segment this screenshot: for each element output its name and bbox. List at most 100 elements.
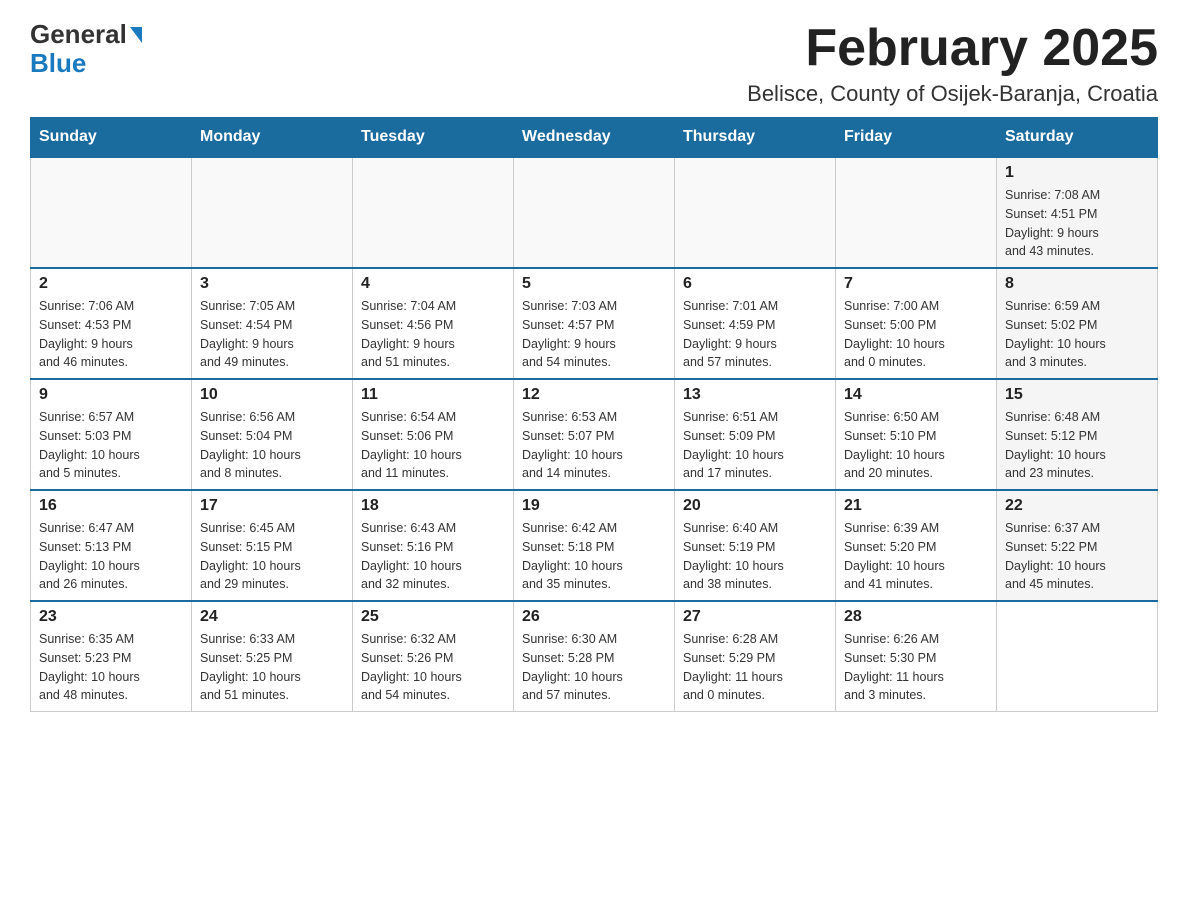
calendar-cell: 6 Sunrise: 7:01 AM Sunset: 4:59 PM Daylig…: [675, 268, 836, 379]
calendar-week-1: 1 Sunrise: 7:08 AM Sunset: 4:51 PM Daylig…: [31, 157, 1158, 268]
calendar-week-4: 16 Sunrise: 6:47 AM Sunset: 5:13 PM Dayli…: [31, 490, 1158, 601]
day-number: 7: [844, 275, 988, 293]
calendar-cell: 9 Sunrise: 6:57 AM Sunset: 5:03 PM Daylig…: [31, 379, 192, 490]
day-number: 4: [361, 275, 505, 293]
weekday-header-saturday: Saturday: [997, 118, 1158, 158]
day-info: Sunrise: 6:57 AM Sunset: 5:03 PM Dayligh…: [39, 408, 183, 483]
day-info: Sunrise: 6:28 AM Sunset: 5:29 PM Dayligh…: [683, 630, 827, 705]
day-number: 14: [844, 386, 988, 404]
calendar-cell: 2Sunrise: 7:06 AM Sunset: 4:53 PM Daylig…: [31, 268, 192, 379]
calendar-cell: 19 Sunrise: 6:42 AM Sunset: 5:18 PM Dayli…: [514, 490, 675, 601]
day-number: 13: [683, 386, 827, 404]
logo-triangle-icon: [130, 27, 142, 43]
day-number: 27: [683, 608, 827, 626]
day-info: Sunrise: 7:08 AM Sunset: 4:51 PM Dayligh…: [1005, 186, 1149, 261]
title-area: February 2025 Belisce, County of Osijek-…: [747, 20, 1158, 107]
calendar-cell: 13 Sunrise: 6:51 AM Sunset: 5:09 PM Dayli…: [675, 379, 836, 490]
day-number: 17: [200, 497, 344, 515]
logo: General Blue: [30, 20, 142, 77]
calendar-cell: 20 Sunrise: 6:40 AM Sunset: 5:19 PM Dayli…: [675, 490, 836, 601]
calendar-cell: 22Sunrise: 6:37 AM Sunset: 5:22 PM Dayli…: [997, 490, 1158, 601]
day-number: 28: [844, 608, 988, 626]
day-number: 6: [683, 275, 827, 293]
day-info: Sunrise: 6:45 AM Sunset: 5:15 PM Dayligh…: [200, 519, 344, 594]
day-info: Sunrise: 6:56 AM Sunset: 5:04 PM Dayligh…: [200, 408, 344, 483]
day-info: Sunrise: 6:42 AM Sunset: 5:18 PM Dayligh…: [522, 519, 666, 594]
day-info: Sunrise: 6:40 AM Sunset: 5:19 PM Dayligh…: [683, 519, 827, 594]
day-info: Sunrise: 6:43 AM Sunset: 5:16 PM Dayligh…: [361, 519, 505, 594]
day-info: Sunrise: 7:05 AM Sunset: 4:54 PM Dayligh…: [200, 297, 344, 372]
day-number: 15: [1005, 386, 1149, 404]
day-info: Sunrise: 6:59 AM Sunset: 5:02 PM Dayligh…: [1005, 297, 1149, 372]
weekday-header-friday: Friday: [836, 118, 997, 158]
day-info: Sunrise: 6:39 AM Sunset: 5:20 PM Dayligh…: [844, 519, 988, 594]
calendar-cell: 8 Sunrise: 6:59 AM Sunset: 5:02 PM Daylig…: [997, 268, 1158, 379]
day-info: Sunrise: 6:53 AM Sunset: 5:07 PM Dayligh…: [522, 408, 666, 483]
weekday-header-thursday: Thursday: [675, 118, 836, 158]
day-number: 19: [522, 497, 666, 515]
calendar-cell: 21Sunrise: 6:39 AM Sunset: 5:20 PM Dayli…: [836, 490, 997, 601]
calendar-header-row: SundayMondayTuesdayWednesdayThursdayFrid…: [31, 118, 1158, 158]
calendar-cell: 11 Sunrise: 6:54 AM Sunset: 5:06 PM Dayli…: [353, 379, 514, 490]
day-info: Sunrise: 6:47 AM Sunset: 5:13 PM Dayligh…: [39, 519, 183, 594]
calendar-cell: 23 Sunrise: 6:35 AM Sunset: 5:23 PM Dayli…: [31, 601, 192, 712]
calendar-week-2: 2Sunrise: 7:06 AM Sunset: 4:53 PM Daylig…: [31, 268, 1158, 379]
day-info: Sunrise: 6:48 AM Sunset: 5:12 PM Dayligh…: [1005, 408, 1149, 483]
calendar-cell: 10 Sunrise: 6:56 AM Sunset: 5:04 PM Dayli…: [192, 379, 353, 490]
calendar-cell: [836, 157, 997, 268]
day-number: 23: [39, 608, 183, 626]
day-number: 10: [200, 386, 344, 404]
day-number: 22: [1005, 497, 1149, 515]
day-number: 9: [39, 386, 183, 404]
calendar-cell: [192, 157, 353, 268]
calendar-cell: 27 Sunrise: 6:28 AM Sunset: 5:29 PM Dayli…: [675, 601, 836, 712]
day-number: 12: [522, 386, 666, 404]
weekday-header-tuesday: Tuesday: [353, 118, 514, 158]
calendar-cell: 16 Sunrise: 6:47 AM Sunset: 5:13 PM Dayli…: [31, 490, 192, 601]
day-number: 26: [522, 608, 666, 626]
day-number: 16: [39, 497, 183, 515]
day-info: Sunrise: 6:33 AM Sunset: 5:25 PM Dayligh…: [200, 630, 344, 705]
page-header: General Blue February 2025 Belisce, Coun…: [30, 20, 1158, 107]
day-info: Sunrise: 6:26 AM Sunset: 5:30 PM Dayligh…: [844, 630, 988, 705]
day-number: 20: [683, 497, 827, 515]
day-number: 25: [361, 608, 505, 626]
day-number: 1: [1005, 164, 1149, 182]
weekday-header-monday: Monday: [192, 118, 353, 158]
day-info: Sunrise: 7:01 AM Sunset: 4:59 PM Dayligh…: [683, 297, 827, 372]
day-info: Sunrise: 7:00 AM Sunset: 5:00 PM Dayligh…: [844, 297, 988, 372]
weekday-header-wednesday: Wednesday: [514, 118, 675, 158]
calendar-cell: [353, 157, 514, 268]
logo-general-text: General: [30, 20, 127, 49]
calendar-week-3: 9 Sunrise: 6:57 AM Sunset: 5:03 PM Daylig…: [31, 379, 1158, 490]
calendar-cell: 25Sunrise: 6:32 AM Sunset: 5:26 PM Dayli…: [353, 601, 514, 712]
day-info: Sunrise: 6:54 AM Sunset: 5:06 PM Dayligh…: [361, 408, 505, 483]
day-info: Sunrise: 6:30 AM Sunset: 5:28 PM Dayligh…: [522, 630, 666, 705]
calendar-table: SundayMondayTuesdayWednesdayThursdayFrid…: [30, 117, 1158, 712]
page-subtitle: Belisce, County of Osijek-Baranja, Croat…: [747, 81, 1158, 107]
calendar-cell: 3 Sunrise: 7:05 AM Sunset: 4:54 PM Daylig…: [192, 268, 353, 379]
day-number: 8: [1005, 275, 1149, 293]
logo-line1: General: [30, 20, 142, 49]
day-number: 18: [361, 497, 505, 515]
calendar-cell: 18 Sunrise: 6:43 AM Sunset: 5:16 PM Dayli…: [353, 490, 514, 601]
day-number: 11: [361, 386, 505, 404]
calendar-cell: 4 Sunrise: 7:04 AM Sunset: 4:56 PM Daylig…: [353, 268, 514, 379]
day-info: Sunrise: 6:51 AM Sunset: 5:09 PM Dayligh…: [683, 408, 827, 483]
day-info: Sunrise: 7:06 AM Sunset: 4:53 PM Dayligh…: [39, 297, 183, 372]
day-info: Sunrise: 6:35 AM Sunset: 5:23 PM Dayligh…: [39, 630, 183, 705]
calendar-cell: 28 Sunrise: 6:26 AM Sunset: 5:30 PM Dayli…: [836, 601, 997, 712]
calendar-cell: 15 Sunrise: 6:48 AM Sunset: 5:12 PM Dayli…: [997, 379, 1158, 490]
day-info: Sunrise: 7:04 AM Sunset: 4:56 PM Dayligh…: [361, 297, 505, 372]
day-number: 3: [200, 275, 344, 293]
day-info: Sunrise: 6:50 AM Sunset: 5:10 PM Dayligh…: [844, 408, 988, 483]
calendar-cell: 14 Sunrise: 6:50 AM Sunset: 5:10 PM Dayli…: [836, 379, 997, 490]
day-info: Sunrise: 7:03 AM Sunset: 4:57 PM Dayligh…: [522, 297, 666, 372]
calendar-cell: 24 Sunrise: 6:33 AM Sunset: 5:25 PM Dayli…: [192, 601, 353, 712]
calendar-cell: 26 Sunrise: 6:30 AM Sunset: 5:28 PM Dayli…: [514, 601, 675, 712]
calendar-cell: [997, 601, 1158, 712]
day-number: 24: [200, 608, 344, 626]
calendar-cell: [514, 157, 675, 268]
calendar-cell: 17 Sunrise: 6:45 AM Sunset: 5:15 PM Dayli…: [192, 490, 353, 601]
weekday-header-sunday: Sunday: [31, 118, 192, 158]
